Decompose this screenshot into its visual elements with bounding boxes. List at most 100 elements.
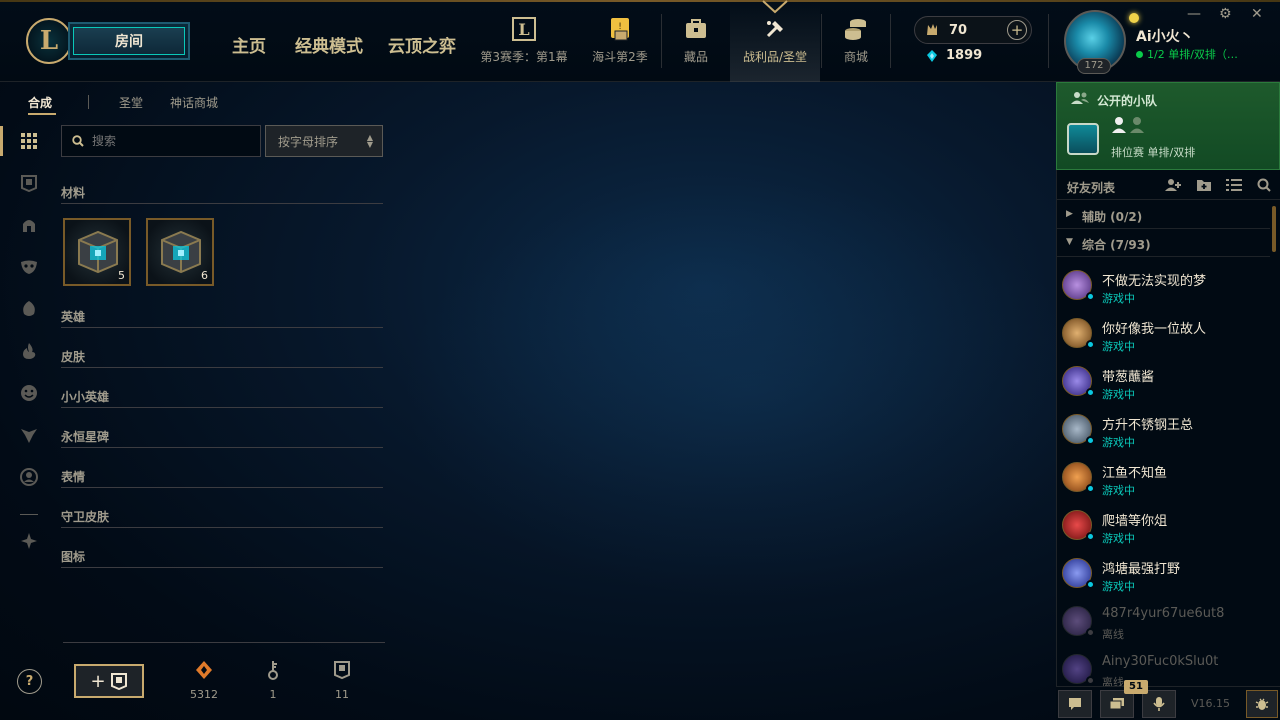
list-view-icon[interactable] [1226,178,1242,192]
active-tab-chevron [762,0,788,14]
nav-event-pass[interactable]: ! 海斗第2季 [584,0,656,82]
dropdown-arrows-icon: ▲ ▼ [366,133,373,149]
blue-essence-value: 1899 [946,48,983,63]
loot-icon [763,16,787,42]
category-little-legends[interactable]: 小小英雄 [61,384,383,408]
offline-status-dot [1086,628,1095,637]
chat-button[interactable] [1058,690,1092,718]
friend-group-support[interactable]: ▶ 辅助 (0/2) [1056,203,1270,229]
little-legend-icon[interactable] [17,297,41,321]
bug-report-button[interactable] [1246,690,1278,718]
play-button[interactable]: 房间 [68,22,190,60]
help-button[interactable]: ? [17,669,42,694]
friends-scrollbar[interactable] [1272,206,1276,252]
top-navigation-bar: L 房间 主页 经典模式 云顶之弈 L 第3赛季：第1幕 ! 海斗第2季 藏品 [0,0,1280,82]
ranked-queue-icon [1067,123,1099,155]
friend-row[interactable]: 爬墙等你俎 游戏中 [1056,504,1270,552]
tab-sanctum[interactable]: 圣堂 [119,94,143,111]
subnav-divider [88,95,89,109]
add-friend-icon[interactable] [1165,178,1183,192]
summoner-level: 172 [1077,58,1111,74]
ward-skin-icon[interactable] [17,423,41,447]
craft-keys-button[interactable]: + [74,664,144,698]
buy-riot-points-button[interactable]: + [1007,20,1027,40]
item-count: 6 [201,269,208,282]
nav-tft[interactable]: 云顶之弈 [388,32,456,57]
loot-item-hextech-chest[interactable]: 6 [146,218,214,286]
category-eternals[interactable]: 永恒星碑 [61,424,383,448]
emote-smile-icon[interactable] [17,381,41,405]
collection-icon [684,16,708,42]
footer-divider [63,642,385,643]
category-champions[interactable]: 英雄 [61,304,383,328]
chest-counter: 11 [322,660,362,701]
message-stack-icon [1109,698,1124,710]
summoner-name[interactable]: Ai小火丶 [1136,26,1194,46]
skin-mask-icon[interactable] [17,255,41,279]
key-icon [268,661,278,680]
chat-bubble-icon [1069,698,1081,710]
loot-search[interactable] [61,125,261,157]
category-ward-skins[interactable]: 守卫皮肤 [61,504,383,528]
messages-button[interactable] [1100,690,1134,718]
friends-list-title: 好友列表 [1067,181,1116,195]
close-icon[interactable]: ✕ [1251,6,1263,22]
loot-item-hextech-chest[interactable]: 5 [63,218,131,286]
bug-icon [1255,698,1269,710]
riot-points-value: 70 [949,23,968,38]
friend-row[interactable]: 方升不锈钢王总 游戏中 [1056,408,1270,456]
add-folder-icon[interactable] [1196,178,1212,192]
settings-gear-icon[interactable]: ⚙ [1219,6,1232,22]
category-skins[interactable]: 皮肤 [61,344,383,368]
eternals-flame-icon[interactable] [17,339,41,363]
summoner-status[interactable]: 1/2 单排/双排（… [1136,46,1238,62]
collapsed-arrow-icon: ▶ [1066,209,1073,219]
hextech-chest-icon [78,230,118,274]
hextech-chest-icon [161,230,201,274]
category-icons[interactable]: 图标 [61,544,383,568]
friend-row[interactable]: 带葱蘸酱 游戏中 [1056,360,1270,408]
friend-row[interactable]: 你好像我一位故人 游戏中 [1056,312,1270,360]
friend-group-general[interactable]: ▼ 综合 (7/93) [1056,231,1270,257]
nav-collection[interactable]: 藏品 [666,0,726,82]
online-status-dot [1136,50,1143,58]
chest-filter-icon[interactable] [17,171,41,195]
nav-home[interactable]: 主页 [232,32,266,57]
play-button-label: 房间 [73,27,185,55]
riot-points-display: 70 + [914,16,1032,44]
friend-row[interactable]: 不做无法实现的梦 游戏中 [1056,264,1270,312]
champion-helmet-icon[interactable] [17,213,41,237]
friend-row[interactable]: 鸿塘最强打野 游戏中 [1056,552,1270,600]
plus-icon: + [90,670,106,692]
search-icon [72,135,84,147]
league-logo[interactable]: L [26,18,72,64]
nav-store[interactable]: 商城 [826,0,886,82]
minimize-icon[interactable]: — [1187,6,1201,22]
category-materials[interactable]: 材料 [61,180,383,204]
tab-mythic-shop[interactable]: 神话商城 [170,94,218,111]
in-game-status-dot [1086,388,1095,397]
party-title: 公开的小队 [1097,94,1158,108]
search-input[interactable] [92,134,252,148]
nav-classic-mode[interactable]: 经典模式 [295,32,363,57]
blue-essence-icon [927,49,937,62]
friend-row[interactable]: 江鱼不知鱼 游戏中 [1056,456,1270,504]
party-lobby-card[interactable]: 公开的小队 排位赛 单排/双排 [1056,82,1280,170]
voice-button[interactable] [1142,690,1176,718]
tab-crafting[interactable]: 合成 [28,94,52,111]
in-game-status-dot [1086,292,1095,301]
profile-icon-filter-icon[interactable] [17,465,41,489]
notification-dot [1129,13,1139,23]
category-emotes[interactable]: 表情 [61,464,383,488]
nav-league-pass[interactable]: L 第3赛季：第1幕 [478,0,570,82]
client-version: V16.15 [1191,697,1231,710]
materials-filter-icon[interactable] [17,529,41,553]
search-icon[interactable] [1257,178,1271,192]
friend-row-offline[interactable]: 487r4yur67ue6ut8 离线 [1056,600,1270,648]
sort-dropdown[interactable]: 按字母排序 ▲ ▼ [265,125,383,157]
nav-divider [661,14,662,68]
nav-divider [1048,14,1049,68]
all-items-grid-icon[interactable] [17,129,41,153]
chest-icon [334,661,350,680]
message-count-badge: 51 [1124,680,1148,694]
